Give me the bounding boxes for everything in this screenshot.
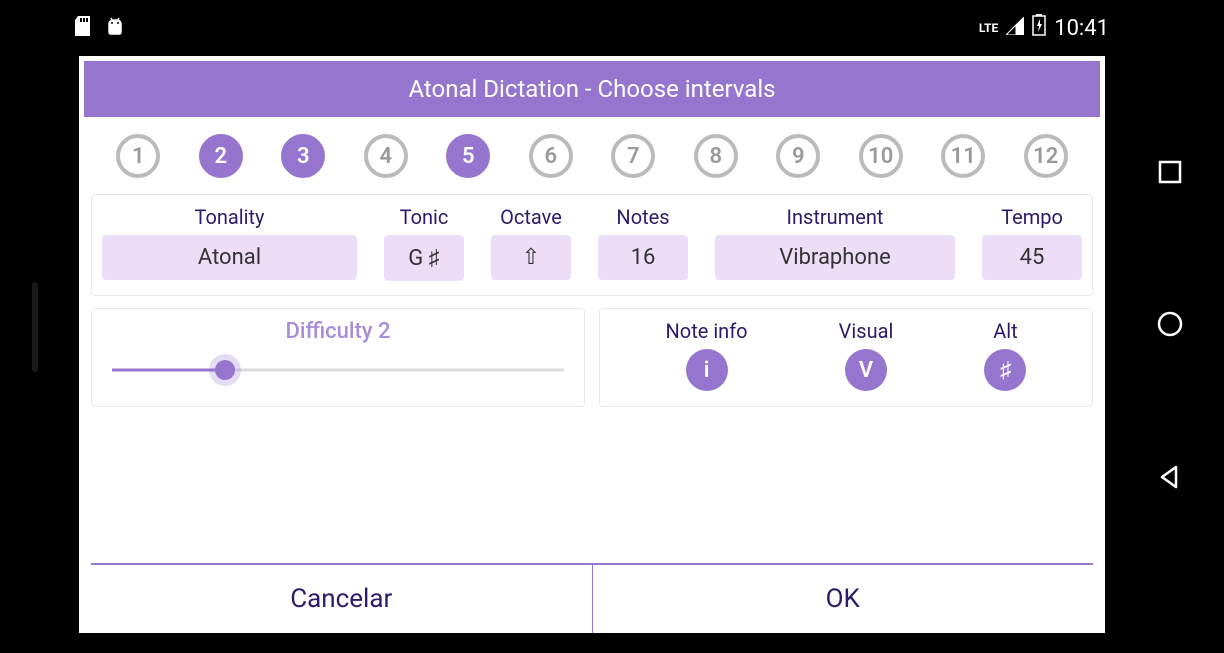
tonality-label: Tonality	[194, 205, 264, 229]
device-speaker	[32, 282, 38, 372]
interval-chip-8[interactable]: 8	[694, 134, 738, 178]
dialog-footer: Cancelar OK	[91, 563, 1093, 633]
status-time: 10:41	[1054, 16, 1109, 41]
nav-back-button[interactable]	[1156, 463, 1184, 495]
interval-chip-11[interactable]: 11	[941, 134, 985, 178]
interval-chip-2[interactable]: 2	[199, 134, 243, 178]
interval-chip-4[interactable]: 4	[364, 134, 408, 178]
interval-chip-9[interactable]: 9	[776, 134, 820, 178]
difficulty-label: Difficulty 2	[112, 319, 564, 344]
tempo-label: Tempo	[1001, 205, 1063, 229]
dialog-title: Atonal Dictation - Choose intervals	[84, 61, 1100, 117]
nav-recent-button[interactable]	[1157, 159, 1183, 189]
tonic-label: Tonic	[400, 205, 449, 229]
android-icon	[105, 16, 125, 40]
interval-chip-6[interactable]: 6	[529, 134, 573, 178]
difficulty-card: Difficulty 2	[91, 308, 585, 407]
visual-button[interactable]: V	[845, 349, 887, 391]
status-bar: LTE 10:41	[55, 8, 1129, 48]
interval-chip-1[interactable]: 1	[116, 134, 160, 178]
notes-label: Notes	[616, 205, 669, 229]
interval-chip-5[interactable]: 5	[446, 134, 490, 178]
interval-chip-10[interactable]: 10	[859, 134, 903, 178]
interval-chip-3[interactable]: 3	[281, 134, 325, 178]
options-card: Note info i Visual V Alt ♯	[599, 308, 1093, 407]
visual-label: Visual	[839, 319, 894, 343]
alt-button[interactable]: ♯	[984, 349, 1026, 391]
ok-button[interactable]: OK	[593, 565, 1094, 633]
battery-charging-icon	[1032, 14, 1046, 42]
settings-card: Tonality Atonal Tonic G ♯ Octave ⇧ Notes…	[91, 194, 1093, 296]
cancel-button[interactable]: Cancelar	[91, 565, 592, 633]
tonality-value[interactable]: Atonal	[102, 235, 357, 280]
instrument-label: Instrument	[787, 205, 884, 229]
intervals-row: 123456789101112	[79, 122, 1105, 190]
difficulty-slider[interactable]	[112, 358, 564, 382]
tempo-value[interactable]: 45	[982, 235, 1082, 280]
sd-card-icon	[75, 16, 93, 40]
interval-chip-7[interactable]: 7	[611, 134, 655, 178]
instrument-value[interactable]: Vibraphone	[715, 235, 955, 280]
interval-chip-12[interactable]: 12	[1024, 134, 1068, 178]
octave-value[interactable]: ⇧	[491, 235, 571, 280]
signal-icon	[1006, 16, 1024, 41]
notes-value[interactable]: 16	[598, 235, 688, 280]
noteinfo-button[interactable]: i	[686, 349, 728, 391]
dialog: Atonal Dictation - Choose intervals 1234…	[79, 56, 1105, 633]
tonic-value[interactable]: G ♯	[384, 235, 464, 281]
noteinfo-label: Note info	[666, 319, 748, 343]
lte-icon: LTE	[979, 21, 998, 35]
nav-home-button[interactable]	[1155, 309, 1185, 343]
alt-label: Alt	[993, 319, 1017, 343]
octave-label: Octave	[500, 205, 562, 229]
